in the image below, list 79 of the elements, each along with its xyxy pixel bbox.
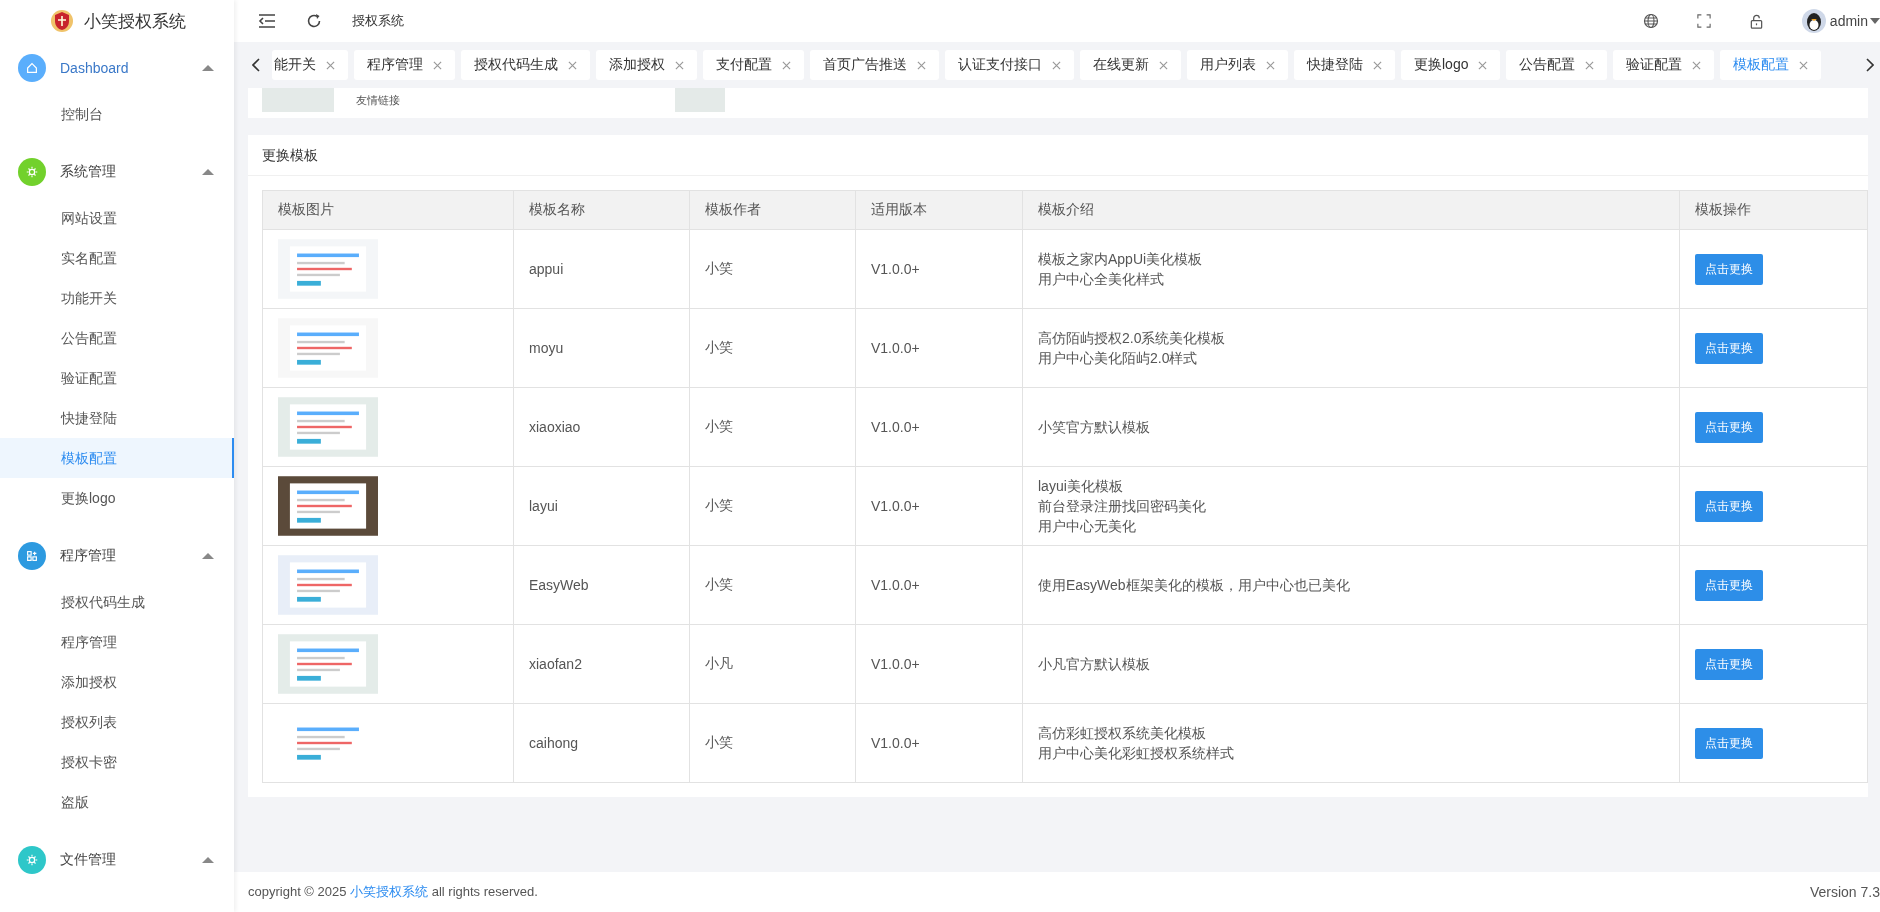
- sidebar-group[interactable]: 文件管理: [0, 834, 234, 886]
- sidebar-group[interactable]: 程序管理: [0, 530, 234, 582]
- page-tab[interactable]: 首页广告推送: [810, 50, 939, 80]
- sidebar-item[interactable]: 实名配置: [0, 238, 234, 278]
- sidebar-item[interactable]: 授权卡密: [0, 742, 234, 782]
- table-cell: EasyWeb: [513, 545, 690, 625]
- sidebar-item[interactable]: 验证配置: [0, 358, 234, 398]
- version-text: Version 7.3: [1809, 884, 1880, 900]
- table-cell: 小笑: [689, 387, 856, 467]
- description-line: 小笑官方默认模板: [1038, 418, 1151, 437]
- footer-link[interactable]: 小笑授权系统: [350, 884, 429, 899]
- column-header: 模板介绍: [1022, 190, 1680, 230]
- sidebar-item[interactable]: 程序管理: [0, 622, 234, 662]
- table-cell: V1.0.0+: [855, 703, 1023, 783]
- card-title: 更换模板: [248, 135, 1868, 176]
- page-tab[interactable]: 用户列表: [1187, 50, 1288, 80]
- table-cell: 小笑: [689, 545, 856, 625]
- description-line: layui美化模板: [1038, 477, 1124, 496]
- page-tab[interactable]: 支付配置: [703, 50, 804, 80]
- table-cell: 小笑: [689, 466, 856, 546]
- table-cell: layui: [513, 466, 690, 546]
- breadcrumb: 授权系统: [352, 12, 404, 30]
- page-tab[interactable]: 程序管理: [354, 50, 455, 80]
- sidebar-item[interactable]: 公告配置: [0, 318, 234, 358]
- column-header: 适用版本: [855, 190, 1023, 230]
- table-cell: V1.0.0+: [855, 466, 1023, 546]
- table-cell: 小笑: [689, 703, 856, 783]
- table-cell: V1.0.0+: [855, 387, 1023, 467]
- description-line: 高仿陌屿授权2.0系统美化模板: [1038, 329, 1227, 348]
- table-cell: 小笑: [689, 229, 856, 309]
- page-tab[interactable]: 在线更新: [1080, 50, 1181, 80]
- table-cell: caihong: [513, 703, 690, 783]
- sidebar-item[interactable]: 盗版: [0, 782, 234, 822]
- table-cell: V1.0.0+: [855, 308, 1023, 388]
- table-cell: V1.0.0+: [855, 545, 1023, 625]
- description-line: 用户中心无美化: [1038, 517, 1137, 536]
- table-cell: appui: [513, 229, 690, 309]
- page-tab[interactable]: 能开关: [272, 50, 348, 80]
- links-label: 友情链接: [356, 93, 401, 108]
- description-line: 用户中心美化陌屿2.0样式: [1038, 349, 1199, 368]
- sidebar-item[interactable]: 快捷登陆: [0, 398, 234, 438]
- sidebar-group[interactable]: Dashboard: [0, 42, 234, 94]
- table-cell: xiaoxiao: [513, 387, 690, 467]
- table-cell: 小笑: [689, 308, 856, 388]
- page-tab[interactable]: 更换logo: [1401, 50, 1501, 80]
- description-line: 小凡官方默认模板: [1038, 655, 1151, 674]
- table-cell: moyu: [513, 308, 690, 388]
- page-tab[interactable]: 模板配置: [1720, 50, 1822, 80]
- description-line: 使用EasyWeb框架美化的模板，用户中心也已美化: [1038, 576, 1351, 595]
- page-tab[interactable]: 快捷登陆: [1294, 50, 1395, 80]
- description-line: 模板之家内AppUi美化模板: [1038, 250, 1204, 269]
- sidebar-item[interactable]: 授权代码生成: [0, 582, 234, 622]
- description-line: 用户中心全美化样式: [1038, 270, 1165, 289]
- sidebar-item[interactable]: 更换logo: [0, 478, 234, 518]
- page-tab[interactable]: 添加授权: [596, 50, 697, 80]
- column-header: 模板图片: [262, 190, 514, 230]
- copyright-text: copyright © 2025 小笑授权系统 all rights reserved.: [248, 883, 539, 901]
- table-cell: V1.0.0+: [855, 624, 1023, 704]
- description-line: 高仿彩虹授权系统美化模板: [1038, 724, 1207, 743]
- sidebar-item[interactable]: 授权列表: [0, 702, 234, 742]
- page-tab[interactable]: 授权代码生成: [461, 50, 590, 80]
- table-cell: 小凡: [689, 624, 856, 704]
- column-header: 模板操作: [1679, 190, 1868, 230]
- table-cell: V1.0.0+: [855, 229, 1023, 309]
- sidebar-item[interactable]: 控制台: [0, 94, 234, 134]
- sidebar-group[interactable]: 系统管理: [0, 146, 234, 198]
- table-cell: xiaofan2: [513, 624, 690, 704]
- column-header: 模板作者: [689, 190, 856, 230]
- sidebar-item[interactable]: 添加授权: [0, 662, 234, 702]
- description-line: 前台登录注册找回密码美化: [1038, 497, 1207, 516]
- column-header: 模板名称: [513, 190, 690, 230]
- user-name[interactable]: admin: [1829, 13, 1868, 29]
- page-tab[interactable]: 公告配置: [1506, 50, 1608, 80]
- app-title: 小笑授权系统: [84, 10, 186, 33]
- page-tab[interactable]: 验证配置: [1613, 50, 1715, 80]
- page-tab[interactable]: 认证支付接口: [945, 50, 1074, 80]
- sidebar-item[interactable]: 功能开关: [0, 278, 234, 318]
- sidebar-item[interactable]: 网站设置: [0, 198, 234, 238]
- description-line: 用户中心美化彩虹授权系统样式: [1038, 744, 1235, 763]
